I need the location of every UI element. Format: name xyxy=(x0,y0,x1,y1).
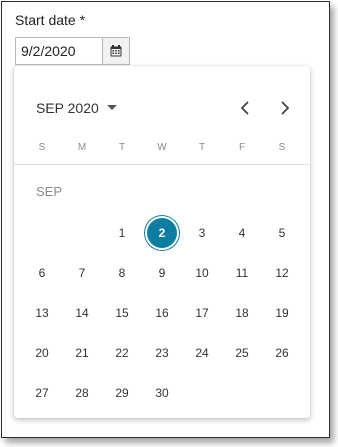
day-cell[interactable]: 5 xyxy=(262,213,302,253)
day-cell[interactable]: 22 xyxy=(102,333,142,373)
day-cell[interactable]: 3 xyxy=(182,213,222,253)
previous-month-button[interactable] xyxy=(234,97,256,119)
datepicker-popup: SEP 2020 SMTWTFS SEP 1 2 3 4 5 6 7 8 9 10 11 12 13 14… xyxy=(14,66,310,418)
day-cell[interactable]: 19 xyxy=(262,293,302,333)
day-number: 22 xyxy=(115,346,129,360)
day-cell[interactable]: 1 xyxy=(102,213,142,253)
day-number: 11 xyxy=(235,266,249,280)
day-number: 26 xyxy=(275,346,289,360)
day-number: 10 xyxy=(195,266,209,280)
day-number: 14 xyxy=(75,306,89,320)
day-number: 7 xyxy=(78,266,86,280)
weekday-label: M xyxy=(77,142,87,153)
day-number: 16 xyxy=(155,306,169,320)
day-cell-selected[interactable]: 2 xyxy=(142,213,182,253)
calendar-toggle-button[interactable] xyxy=(102,37,130,65)
day-cell[interactable]: 18 xyxy=(222,293,262,333)
day-number: 6 xyxy=(38,266,46,280)
day-cell[interactable]: 28 xyxy=(62,373,102,413)
day-cell[interactable]: 6 xyxy=(22,253,62,293)
day-number: 21 xyxy=(75,346,89,360)
day-cell[interactable]: 11 xyxy=(222,253,262,293)
day-number: 25 xyxy=(235,346,249,360)
day-number: 19 xyxy=(275,306,289,320)
chevron-right-icon xyxy=(281,101,290,115)
day-number: 20 xyxy=(35,346,49,360)
day-number: 9 xyxy=(158,266,166,280)
day-number: 5 xyxy=(278,226,286,240)
day-cell[interactable]: 7 xyxy=(62,253,102,293)
weekday-label: S xyxy=(38,142,46,153)
day-number: 13 xyxy=(35,306,49,320)
weekday-label: W xyxy=(157,142,167,153)
day-blank xyxy=(62,213,102,253)
day-cell[interactable]: 8 xyxy=(102,253,142,293)
day-number: 17 xyxy=(195,306,209,320)
day-number: 12 xyxy=(275,266,289,280)
day-cell[interactable]: 26 xyxy=(262,333,302,373)
day-cell[interactable]: 13 xyxy=(22,293,62,333)
day-number: 24 xyxy=(195,346,209,360)
day-number: 23 xyxy=(155,346,169,360)
month-year-label: SEP 2020 xyxy=(36,100,99,116)
weekday-label: T xyxy=(118,142,126,153)
day-cell[interactable]: 21 xyxy=(62,333,102,373)
day-number: 30 xyxy=(155,386,169,400)
day-cell[interactable]: 4 xyxy=(222,213,262,253)
day-grid: 1 2 3 4 5 6 7 8 9 10 11 12 13 14 15 16 17 18 19 20 21 22 23 24 2… xyxy=(22,213,302,413)
day-cell[interactable]: 16 xyxy=(142,293,182,333)
day-number: 4 xyxy=(238,226,246,240)
day-number: 29 xyxy=(115,386,129,400)
caret-down-icon xyxy=(106,105,117,110)
day-number: 27 xyxy=(35,386,49,400)
month-year-select[interactable]: SEP 2020 xyxy=(36,98,117,118)
day-number: 2 xyxy=(147,218,177,248)
start-date-input[interactable] xyxy=(15,37,102,65)
day-number: 28 xyxy=(75,386,89,400)
weekday-label: T xyxy=(198,142,206,153)
day-number: 15 xyxy=(115,306,129,320)
weekday-label: S xyxy=(278,142,286,153)
day-blank xyxy=(22,213,62,253)
start-date-label: Start date * xyxy=(15,12,86,28)
day-cell[interactable]: 10 xyxy=(182,253,222,293)
day-cell[interactable]: 30 xyxy=(142,373,182,413)
day-number: 1 xyxy=(118,226,126,240)
day-cell[interactable]: 29 xyxy=(102,373,142,413)
weekday-header: SMTWTFS xyxy=(22,142,302,153)
weekday-label: F xyxy=(238,142,246,153)
day-cell[interactable]: 25 xyxy=(222,333,262,373)
day-cell[interactable]: 9 xyxy=(142,253,182,293)
header-divider xyxy=(14,164,310,165)
day-cell[interactable]: 20 xyxy=(22,333,62,373)
day-cell[interactable]: 17 xyxy=(182,293,222,333)
day-cell[interactable]: 12 xyxy=(262,253,302,293)
day-cell[interactable]: 15 xyxy=(102,293,142,333)
day-cell[interactable]: 27 xyxy=(22,373,62,413)
day-number: 8 xyxy=(118,266,126,280)
month-label: SEP xyxy=(36,184,63,199)
day-cell[interactable]: 14 xyxy=(62,293,102,333)
day-number: 3 xyxy=(198,226,206,240)
day-cell[interactable]: 24 xyxy=(182,333,222,373)
day-number: 18 xyxy=(235,306,249,320)
day-cell[interactable]: 23 xyxy=(142,333,182,373)
chevron-left-icon xyxy=(240,101,249,115)
window-frame: Start date * SEP 2020 xyxy=(1,1,330,438)
next-month-button[interactable] xyxy=(274,97,296,119)
calendar-icon xyxy=(110,45,122,57)
